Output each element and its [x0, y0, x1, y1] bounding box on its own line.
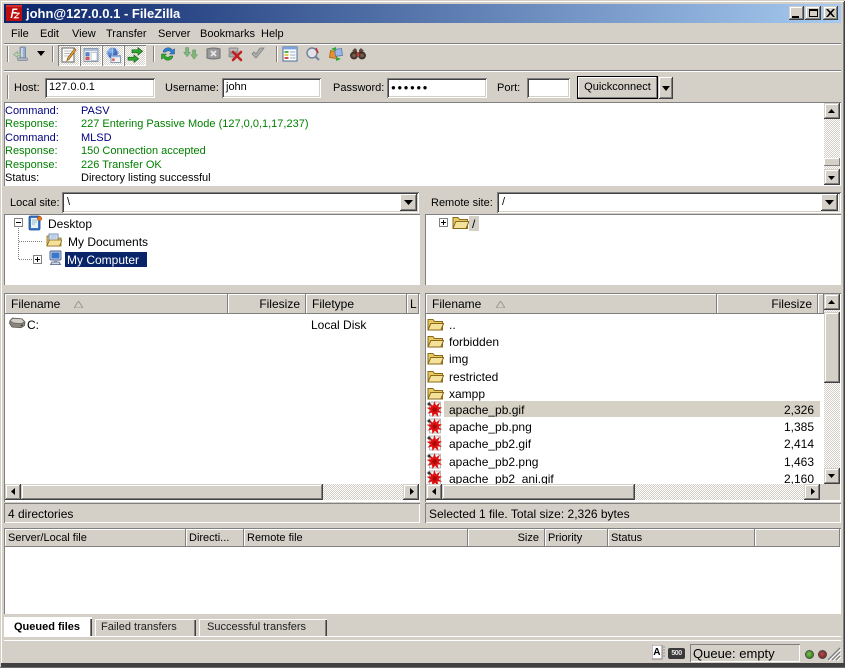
svg-text:A: A — [653, 647, 660, 658]
